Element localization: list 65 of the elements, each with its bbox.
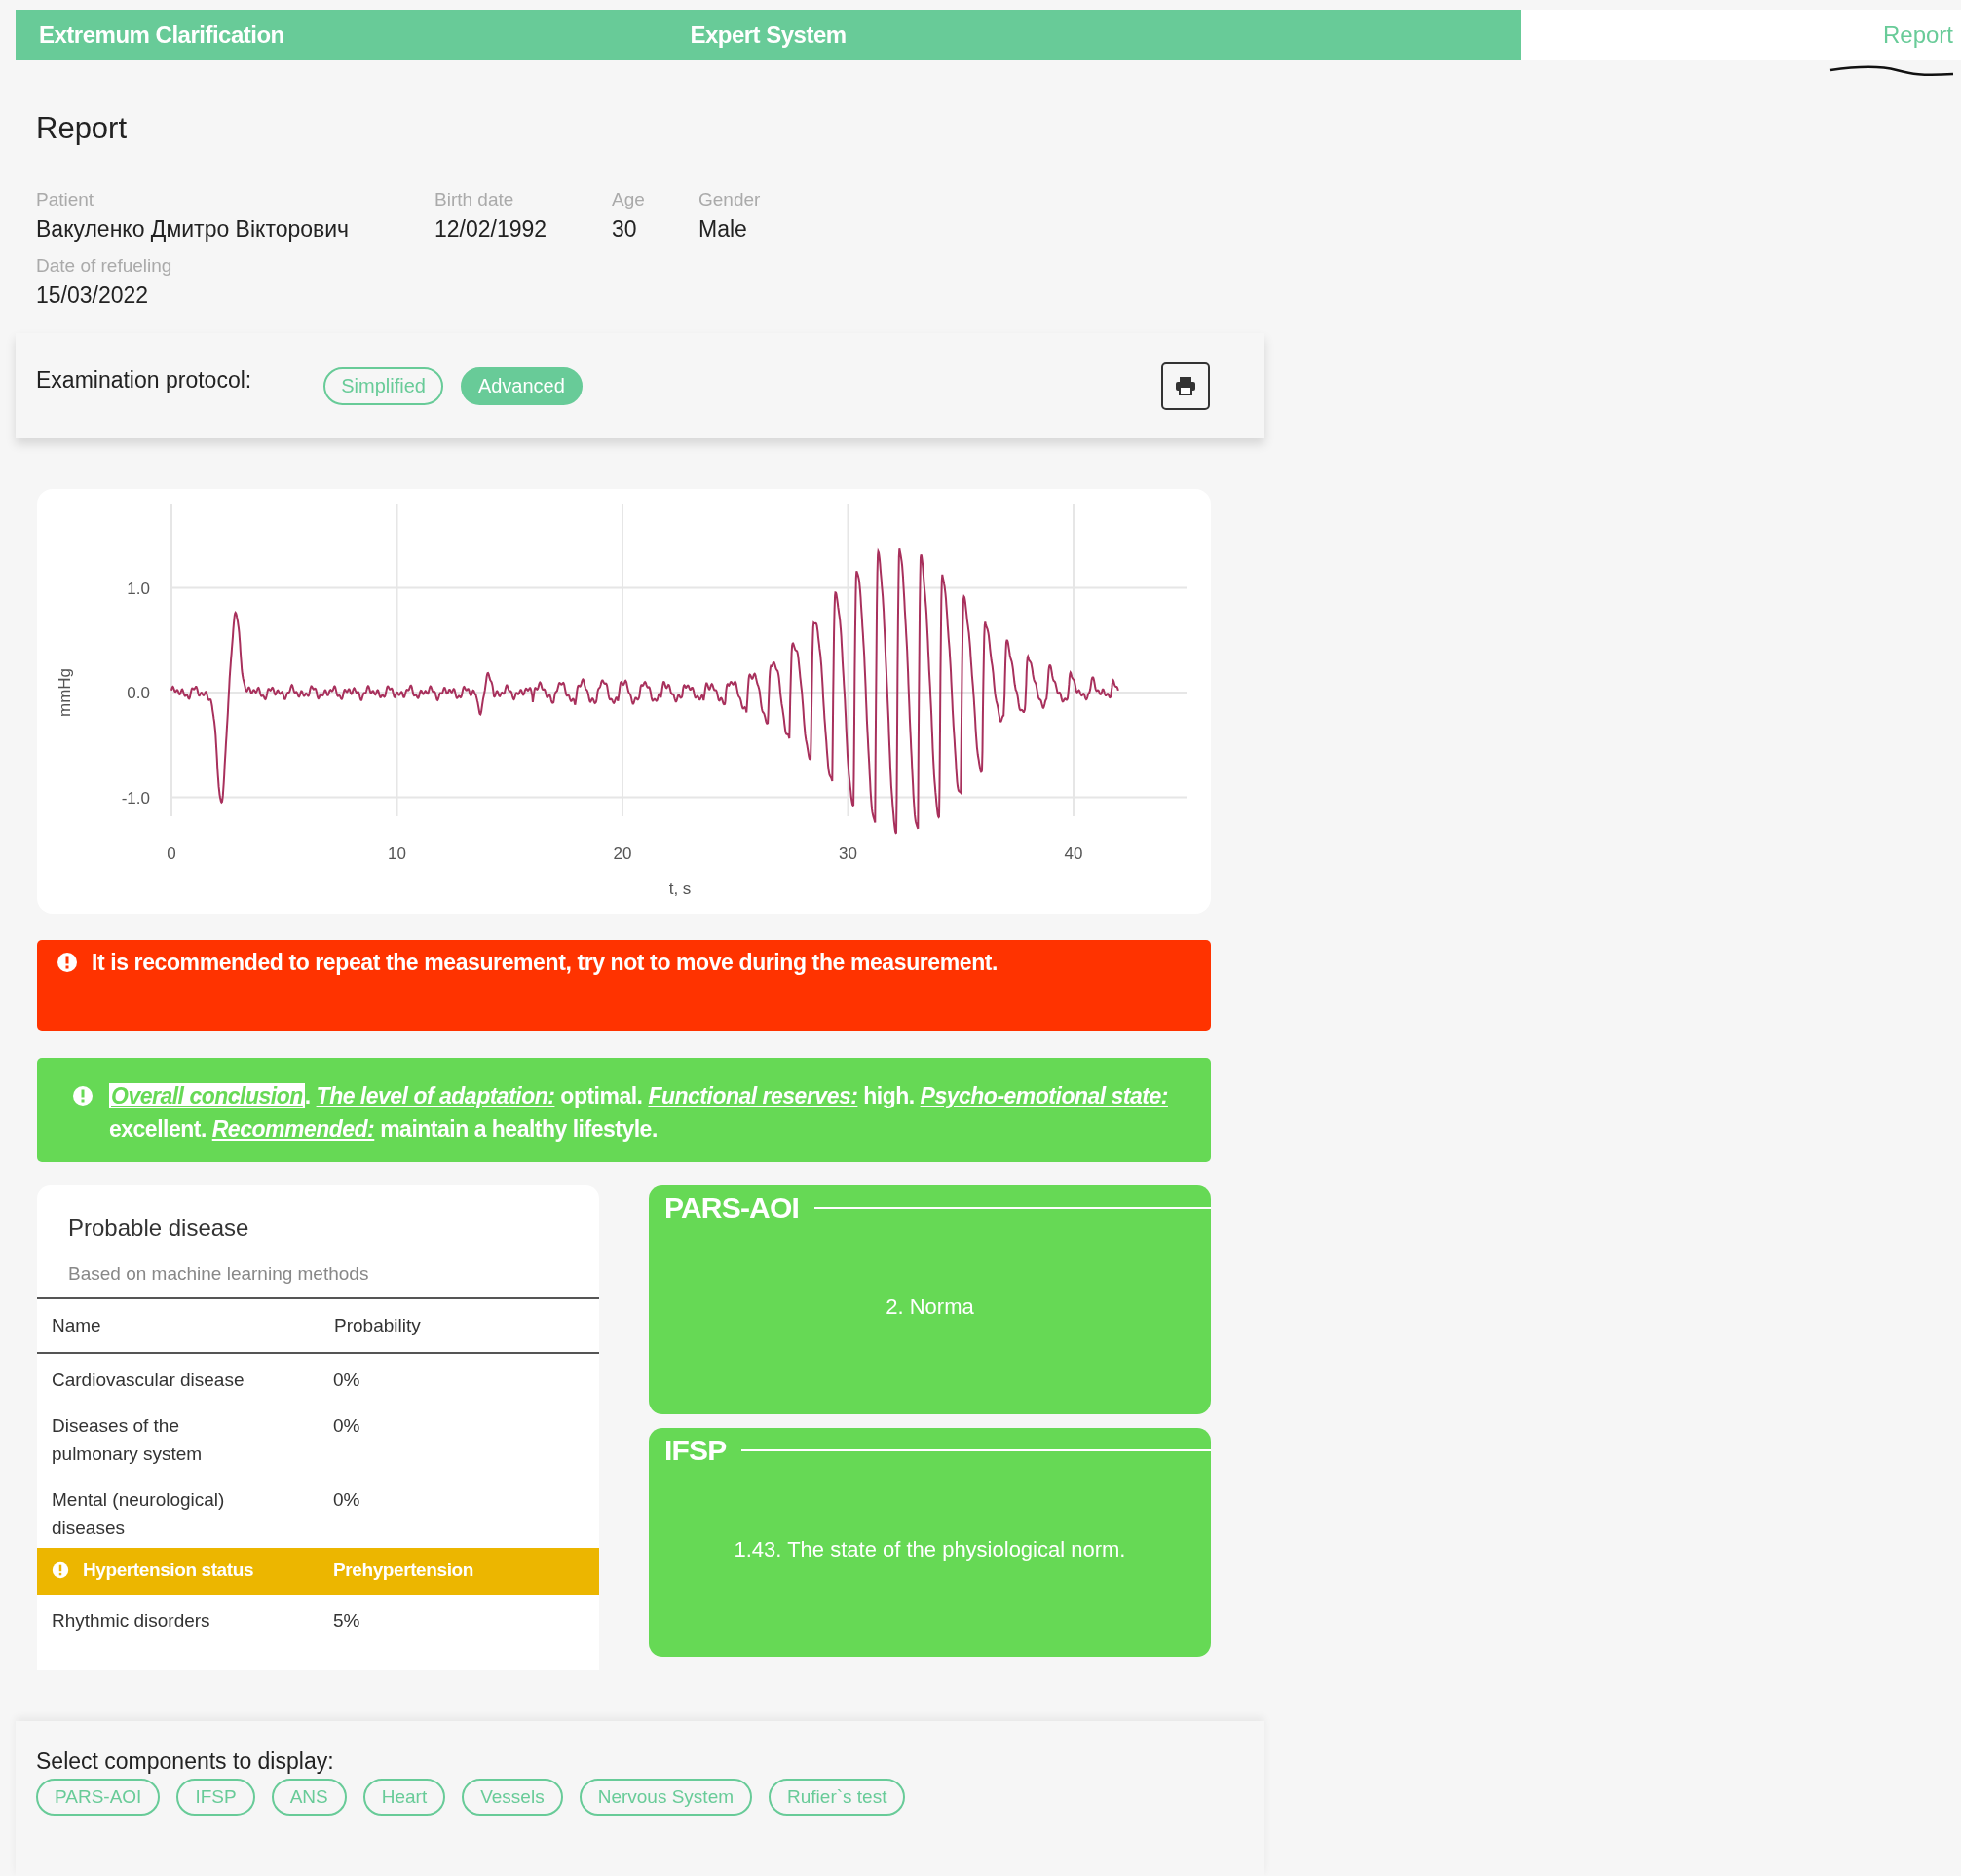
field-value: 30	[612, 215, 637, 243]
axis-title: t, s	[668, 880, 692, 898]
axis-tick-label: 20	[613, 844, 632, 863]
component-toggle[interactable]: PARS-AOI	[36, 1779, 161, 1816]
page-title: Report	[36, 111, 129, 146]
score-value: 1.43. The state of the physiological norm.	[734, 1536, 1126, 1562]
axis-tick-label: -1.0	[121, 788, 150, 807]
component-toggle[interactable]: Nervous System	[579, 1779, 753, 1816]
protocol-option[interactable]: Advanced	[460, 366, 583, 405]
field-label: Patient	[36, 189, 94, 210]
axis-tick-label: 40	[1064, 844, 1083, 863]
warning-text: It is recommended to repeat the measurement, try not to move during the measurement.	[92, 950, 999, 976]
score-title: PARS-AOI	[664, 1191, 800, 1224]
conclusion-text: Overall conclusion. The level of adaptation: optimal. Functional reserves: high. Psycho-emotional state: excellent. Recommended: maintain a healthy lifestyle.	[109, 1082, 1169, 1144]
card-subtitle: Based on machine learning methods	[68, 1263, 370, 1285]
app-name: Extremum Clarification	[39, 21, 284, 49]
field-label: Birth date	[434, 189, 514, 210]
column-header: Probability	[333, 1298, 599, 1353]
conclusion-link[interactable]: Psycho-emotional state:	[920, 1083, 1168, 1108]
conclusion-link[interactable]: Recommended:	[211, 1116, 375, 1142]
table-cell: Cardiovascular disease	[52, 1369, 245, 1390]
protocol-option[interactable]: Simplified	[323, 366, 443, 405]
component-toggle[interactable]: Rufier`s test	[769, 1779, 906, 1816]
component-toggle[interactable]: ANS	[271, 1779, 347, 1816]
exclamation-icon	[72, 1085, 94, 1107]
column-header: Name	[37, 1298, 333, 1353]
table-cell: 0%	[333, 1489, 360, 1510]
card-title: Probable disease	[68, 1215, 250, 1242]
table-cell: Rhythmic disorders	[52, 1609, 210, 1631]
score-title: IFSP	[664, 1434, 727, 1467]
field-value: Вакуленко Дмитро Вікторович	[36, 215, 350, 243]
table-cell: Mental (neurological) diseases	[52, 1489, 225, 1538]
components-label: Select components to display:	[36, 1748, 335, 1775]
field-label: Date of refueling	[36, 255, 172, 277]
table-cell: Diseases of the pulmonary system	[52, 1415, 203, 1464]
component-toggle[interactable]: Vessels	[462, 1779, 563, 1816]
field-value: Male	[698, 215, 747, 243]
field-label: Gender	[698, 189, 761, 210]
exclamation-icon	[52, 1560, 69, 1579]
exclamation-icon	[57, 952, 78, 973]
field-label: Age	[612, 189, 645, 210]
print-button[interactable]	[1161, 361, 1210, 410]
conclusion-link[interactable]: The level of adaptation:	[316, 1083, 555, 1108]
table-cell-text: Hypertension status	[83, 1558, 254, 1582]
table-cell: 0%	[333, 1369, 360, 1390]
report-link[interactable]: Report	[1882, 21, 1953, 49]
field-value: 12/02/1992	[434, 215, 547, 243]
printer-icon	[1175, 376, 1196, 395]
app-title: Expert System	[690, 21, 847, 49]
score-value: 2. Norma	[886, 1294, 974, 1320]
conclusion-link[interactable]: Functional reserves:	[648, 1083, 858, 1108]
table-cell: Prehypertension	[333, 1559, 473, 1580]
axis-tick-label: 1.0	[127, 579, 150, 598]
field-value: 15/03/2022	[36, 281, 149, 309]
component-toggle[interactable]: IFSP	[176, 1779, 255, 1816]
axis-tick-label: 30	[839, 844, 857, 863]
conclusion-link[interactable]: Overall conclusion	[109, 1083, 305, 1108]
protocol-label: Examination protocol:	[36, 366, 252, 394]
table-cell: 5%	[333, 1609, 360, 1631]
axis-tick-label: 0.0	[127, 684, 150, 702]
component-toggle[interactable]: Heart	[362, 1779, 446, 1816]
axis-tick-label: 10	[388, 844, 406, 863]
axis-tick-label: 0	[167, 844, 176, 863]
table-cell: 0%	[333, 1415, 360, 1436]
axis-title: mmHg	[56, 667, 74, 718]
